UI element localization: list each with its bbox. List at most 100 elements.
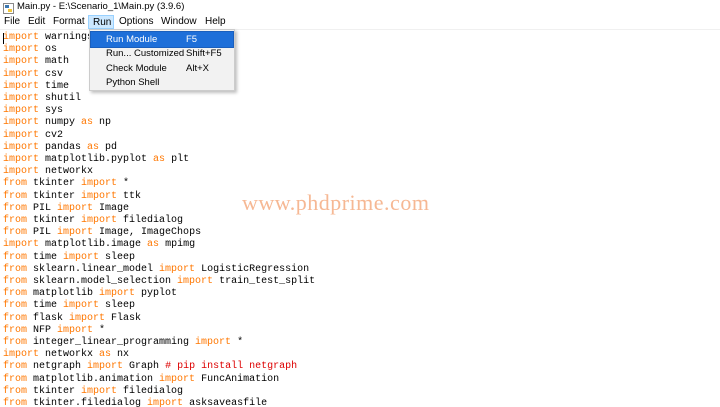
run-customized-item[interactable]: Run... Customized Shift+F5 [91, 46, 233, 61]
menu-item-shortcut: Shift+F5 [186, 48, 222, 59]
keyword-token: from [3, 300, 28, 312]
menu-item-shortcut: Alt+X [186, 63, 209, 74]
code-token: FuncAnimation [195, 373, 280, 385]
keyword-token: import [3, 105, 40, 117]
keyword-token: import [3, 117, 40, 129]
code-token: matplotlib.pyplot [39, 154, 154, 165]
python-shell-item[interactable]: Python Shell [91, 75, 233, 90]
keyword-token: import [81, 190, 118, 202]
code-line: from matplotlib.animation import FuncAni… [3, 374, 279, 386]
keyword-token: import [159, 373, 196, 385]
keyword-token: import [57, 227, 94, 239]
keyword-token: from [3, 288, 28, 300]
code-line: import shutil [3, 93, 81, 105]
code-token: netgraph [27, 361, 88, 373]
code-token: sleep [99, 251, 136, 263]
keyword-token: import [3, 68, 40, 80]
keyword-token: from [3, 263, 28, 275]
code-line: from integer_linear_programming import * [3, 337, 243, 349]
keyword-token: import [3, 141, 40, 153]
code-token: * [231, 337, 244, 348]
code-line: from time import sleep [3, 300, 135, 312]
menu-format[interactable]: Format [53, 15, 85, 29]
code-token: time [27, 300, 64, 312]
code-line: from flask import Flask [3, 313, 141, 325]
menu-item-shortcut: F5 [186, 34, 198, 45]
keyword-token: import [3, 166, 40, 178]
keyword-token: import [3, 32, 40, 43]
code-token: sleep [99, 300, 136, 312]
code-line: import matplotlib.image as mpimg [3, 239, 195, 251]
code-token: LogisticRegression [195, 263, 310, 275]
code-token: warnings [39, 32, 94, 43]
code-token: math [39, 56, 70, 68]
code-token: Flask [105, 312, 142, 324]
keyword-token: import [87, 361, 124, 373]
code-token: tkinter [27, 178, 82, 190]
keyword-token: as [153, 154, 166, 165]
menu-edit[interactable]: Edit [28, 15, 45, 29]
code-line: from PIL import Image [3, 203, 129, 215]
keyword-token: import [57, 324, 94, 336]
menu-options[interactable]: Options [119, 15, 153, 29]
keyword-token: from [3, 202, 28, 214]
keyword-token: from [3, 251, 28, 263]
keyword-token: import [3, 44, 40, 56]
code-token: nx [111, 349, 130, 361]
code-token: sklearn.linear_model [27, 263, 160, 275]
code-token: pd [99, 141, 118, 153]
check-module-item[interactable]: Check Module Alt+X [91, 61, 233, 76]
code-token: sys [39, 105, 64, 117]
keyword-token: from [3, 178, 28, 190]
code-token: time [39, 80, 70, 92]
code-token: plt [165, 154, 190, 165]
run-module-item[interactable]: Run Module F5 [90, 31, 234, 48]
code-line: from time import sleep [3, 252, 135, 264]
code-line: from sklearn.linear_model import Logisti… [3, 264, 309, 276]
code-token: Graph [123, 361, 166, 373]
keyword-token: as [147, 239, 160, 251]
code-token: networkx [39, 349, 100, 361]
code-line: from NFP import * [3, 325, 105, 337]
code-token: os [39, 44, 58, 56]
code-token: PIL [27, 202, 58, 214]
keyword-token: from [3, 312, 28, 324]
code-token: shutil [39, 93, 82, 104]
code-token: * [93, 324, 106, 336]
menu-file[interactable]: File [4, 15, 20, 29]
code-line: from sklearn.model_selection import trai… [3, 276, 315, 288]
menu-run[interactable]: Run [88, 15, 114, 29]
run-menu-dropdown: Run Module F5 Run... Customized Shift+F5… [89, 29, 235, 91]
keyword-token: as [87, 141, 100, 153]
keyword-token: import [99, 288, 136, 300]
idle-python-icon [3, 1, 14, 14]
code-line: import time [3, 81, 69, 93]
code-token: pyplot [135, 288, 178, 300]
code-token: Image [93, 202, 130, 214]
code-line: import math [3, 56, 69, 68]
menu-bar: File Edit Format Run Options Window Help [0, 15, 720, 30]
keyword-token: import [63, 251, 100, 263]
text-cursor [3, 33, 4, 44]
code-line: from PIL import Image, ImageChops [3, 227, 201, 239]
code-line: from tkinter.filedialog import asksaveas… [3, 398, 267, 407]
menu-item-label: Check Module [106, 63, 167, 74]
keyword-token: from [3, 190, 28, 202]
code-line: import os [3, 44, 57, 56]
code-token: matplotlib.image [39, 239, 148, 251]
keyword-token: as [81, 117, 94, 129]
code-token: PIL [27, 227, 58, 239]
watermark-text: www.phdprime.com [242, 190, 430, 215]
code-token: csv [39, 68, 64, 80]
keyword-token: from [3, 385, 28, 397]
keyword-token: import [81, 215, 118, 226]
menu-item-label: Run... Customized [106, 48, 185, 59]
code-token: filedialog [117, 215, 184, 226]
code-token: pandas [39, 141, 88, 153]
code-token: tkinter [27, 190, 82, 202]
keyword-token: import [3, 93, 40, 104]
keyword-token: import [57, 202, 94, 214]
menu-window[interactable]: Window [161, 15, 197, 29]
menu-help[interactable]: Help [205, 15, 226, 29]
code-line: import matplotlib.pyplot as plt [3, 154, 189, 166]
